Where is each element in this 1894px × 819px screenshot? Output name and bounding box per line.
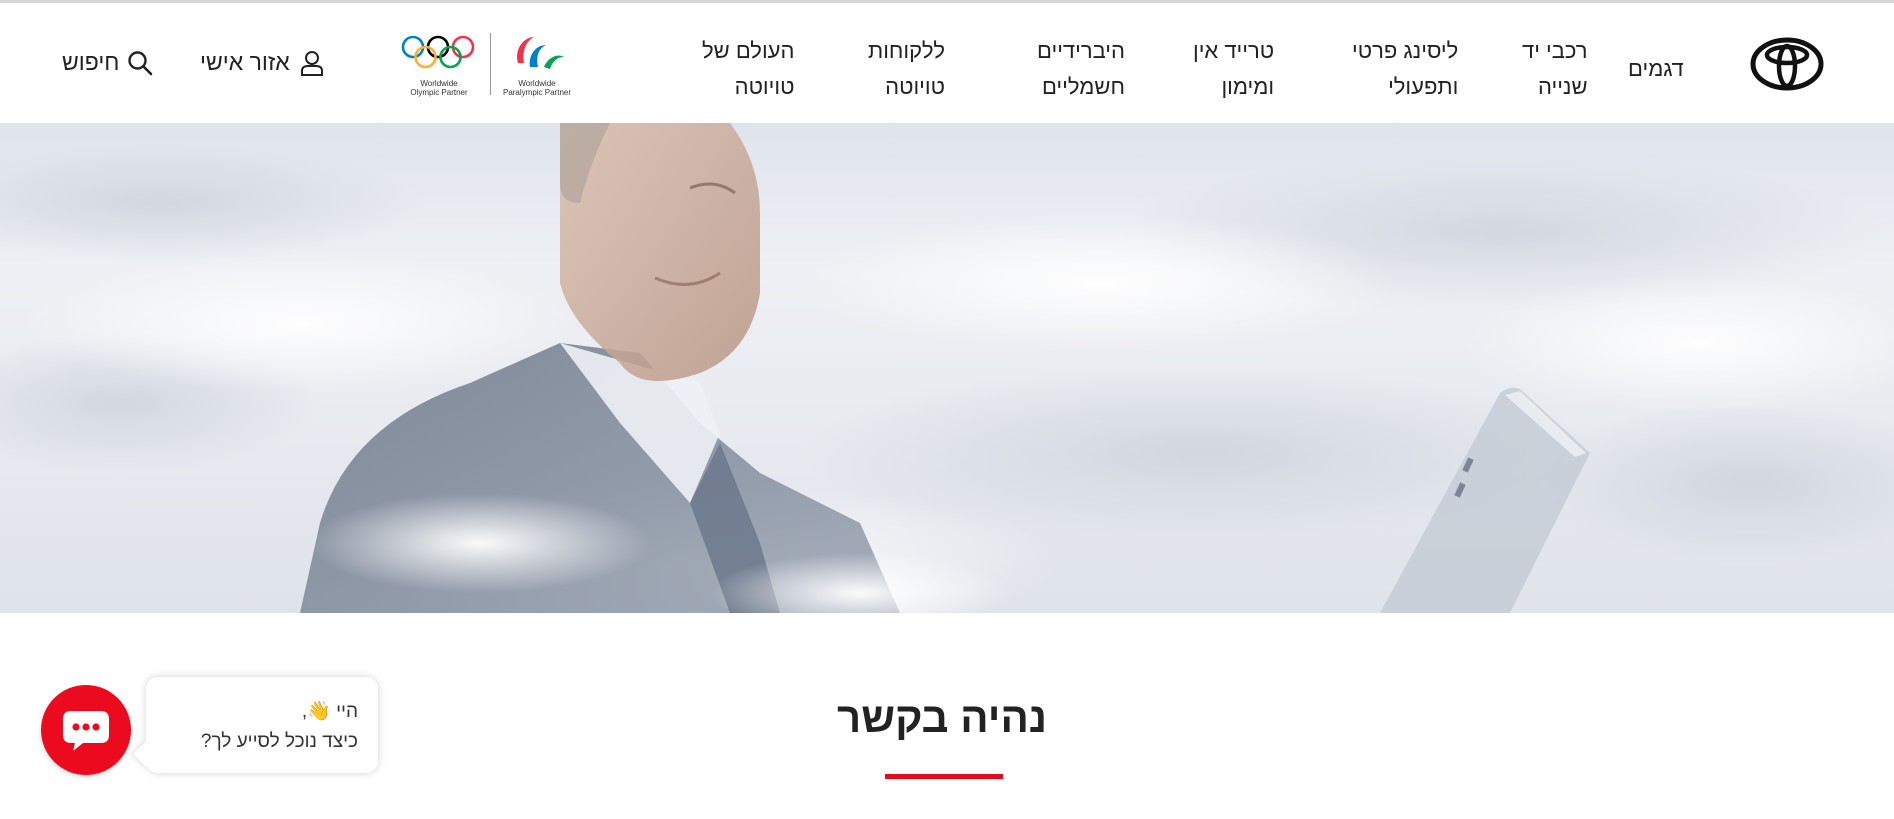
olympic-rings-icon xyxy=(401,35,475,69)
chat-greeting: היי 👋, xyxy=(301,701,358,722)
nav-leasing-line2: ותפעולי xyxy=(1388,74,1459,99)
nav-models[interactable]: דגמים xyxy=(1628,51,1684,87)
nav-leasing-line1: ליסינג פרטי xyxy=(1352,38,1459,63)
olympic-caption: Worldwide Olympic Partner xyxy=(397,79,481,97)
paralympic-caption-line1: Worldwide xyxy=(518,79,556,88)
nav-toyota-world[interactable]: העולם של טויוטה xyxy=(702,33,794,105)
nav-hybrid-electric[interactable]: היברידיים חשמליים xyxy=(1037,33,1125,105)
personal-area-label: אזור אישי xyxy=(200,49,290,75)
nav-leasing[interactable]: ליסינג פרטי ותפעולי xyxy=(1352,33,1458,105)
paralympic-caption-line2: Paralympic Partner xyxy=(502,88,572,97)
nav-used-cars-line1: רכבי יד xyxy=(1522,38,1588,63)
chat-button[interactable] xyxy=(41,685,131,775)
nav-customers[interactable]: ללקוחות טויוטה xyxy=(868,33,945,105)
chat-dots-icon xyxy=(63,711,109,751)
user-icon xyxy=(300,50,323,76)
toyota-logo[interactable] xyxy=(1750,35,1824,93)
nav-hybrid-electric-line1: היברידיים xyxy=(1037,38,1125,63)
title-underline xyxy=(885,774,1003,779)
search-icon xyxy=(128,50,153,75)
search-label: חיפוש xyxy=(62,49,120,75)
chat-greeting-bubble[interactable]: היי 👋, כיצד נוכל לסייע לך? xyxy=(146,677,378,773)
search-button[interactable]: חיפוש xyxy=(62,49,153,76)
nav-trade-in-line1: טרייד אין xyxy=(1193,38,1275,63)
nav-customers-line2: טויוטה xyxy=(885,74,945,99)
personal-area-link[interactable]: אזור אישי xyxy=(200,49,324,76)
nav-toyota-world-line1: העולם של xyxy=(702,38,795,63)
nav-models-label: דגמים xyxy=(1628,56,1684,81)
nav-used-cars-line2: שנייה xyxy=(1537,74,1588,99)
nav-trade-in[interactable]: טרייד אין ומימון xyxy=(1193,33,1274,105)
site-header: דגמים רכבי יד שנייה ליסינג פרטי ותפעולי … xyxy=(0,3,1894,123)
nav-customers-line1: ללקוחות xyxy=(868,38,945,63)
chat-question: כיצד נוכל לסייע לך? xyxy=(200,731,358,752)
nav-hybrid-electric-line2: חשמליים xyxy=(1041,74,1125,99)
paralympic-agitos-icon xyxy=(517,37,564,69)
partner-divider xyxy=(490,33,491,95)
paralympic-caption: Worldwide Paralympic Partner xyxy=(495,79,579,97)
nav-used-cars[interactable]: רכבי יד שנייה xyxy=(1522,33,1588,105)
nav-toyota-world-line2: טויוטה xyxy=(734,74,795,99)
nav-trade-in-line2: ומימון xyxy=(1221,74,1275,99)
olympic-caption-line2: Olympic Partner xyxy=(410,88,468,97)
hero-banner-image xyxy=(0,123,1894,613)
olympic-caption-line1: Worldwide xyxy=(420,79,458,88)
hero-illustration xyxy=(0,123,1894,613)
